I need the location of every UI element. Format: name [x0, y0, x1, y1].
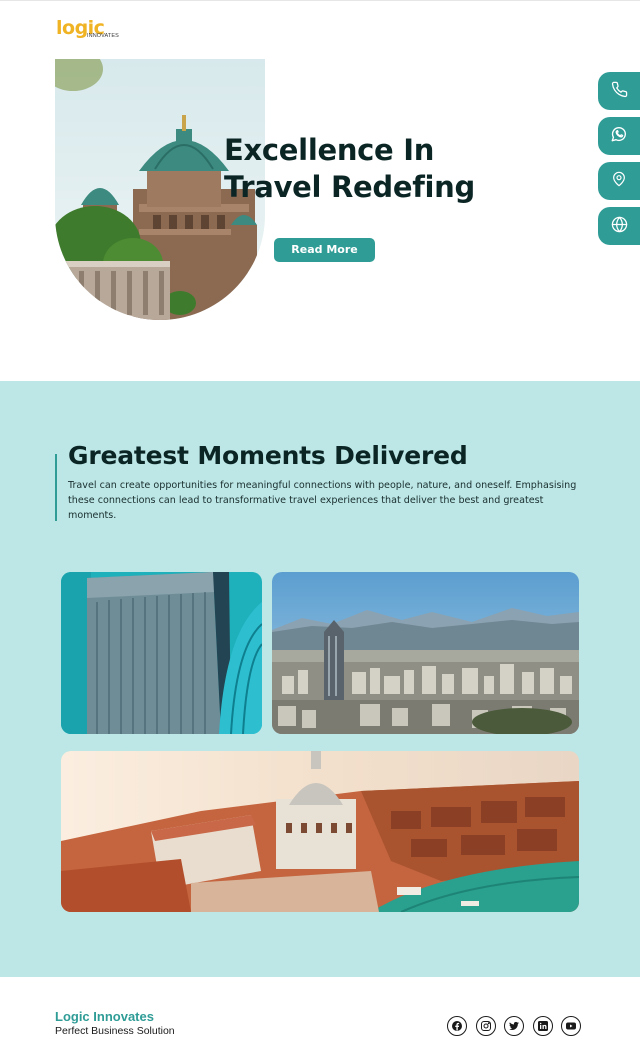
twitter-icon	[508, 1017, 520, 1036]
youtube-icon	[565, 1017, 577, 1036]
social-links	[447, 1016, 590, 1036]
logo[interactable]: logic INNOVATES	[56, 15, 126, 43]
moments-title: Greatest Moments Delivered	[68, 441, 468, 470]
linkedin-icon	[537, 1017, 549, 1036]
read-more-button[interactable]: Read More	[274, 238, 375, 262]
moments-section: Greatest Moments Delivered Travel can cr…	[0, 381, 640, 977]
logo-subtext: INNOVATES	[87, 33, 119, 39]
footer-tagline: Perfect Business Solution	[55, 1025, 175, 1037]
website-button[interactable]	[598, 207, 640, 245]
hero-title: Excellence In Travel Redefing	[224, 132, 514, 206]
footer: Logic Innovates Perfect Business Solutio…	[0, 977, 640, 1054]
footer-company-name: Logic Innovates	[55, 1009, 154, 1024]
facebook-icon	[451, 1017, 463, 1036]
phone-button[interactable]	[598, 72, 640, 110]
facebook-link[interactable]	[447, 1016, 467, 1036]
moments-description: Travel can create opportunities for mean…	[68, 480, 577, 521]
accent-bar	[55, 454, 57, 521]
phone-icon	[611, 81, 628, 102]
side-contact-bar	[598, 72, 640, 252]
skyscraper-image	[61, 572, 262, 734]
city-mountains-image	[272, 572, 579, 734]
instagram-link[interactable]	[475, 1016, 496, 1036]
linkedin-link[interactable]	[532, 1016, 553, 1036]
youtube-link[interactable]	[561, 1016, 581, 1036]
hero-title-line2: Travel Redefing	[224, 170, 475, 204]
location-pin-icon	[611, 170, 627, 192]
hero-title-line1: Excellence In	[224, 133, 435, 167]
instagram-icon	[480, 1017, 492, 1036]
location-button[interactable]	[598, 162, 640, 200]
hero-section: logic INNOVATES Excellence In Travel Red…	[0, 0, 640, 381]
twitter-link[interactable]	[504, 1016, 524, 1036]
whatsapp-icon	[610, 125, 628, 147]
globe-icon	[611, 216, 628, 237]
whatsapp-button[interactable]	[598, 117, 640, 155]
venice-aerial-image	[61, 751, 579, 912]
